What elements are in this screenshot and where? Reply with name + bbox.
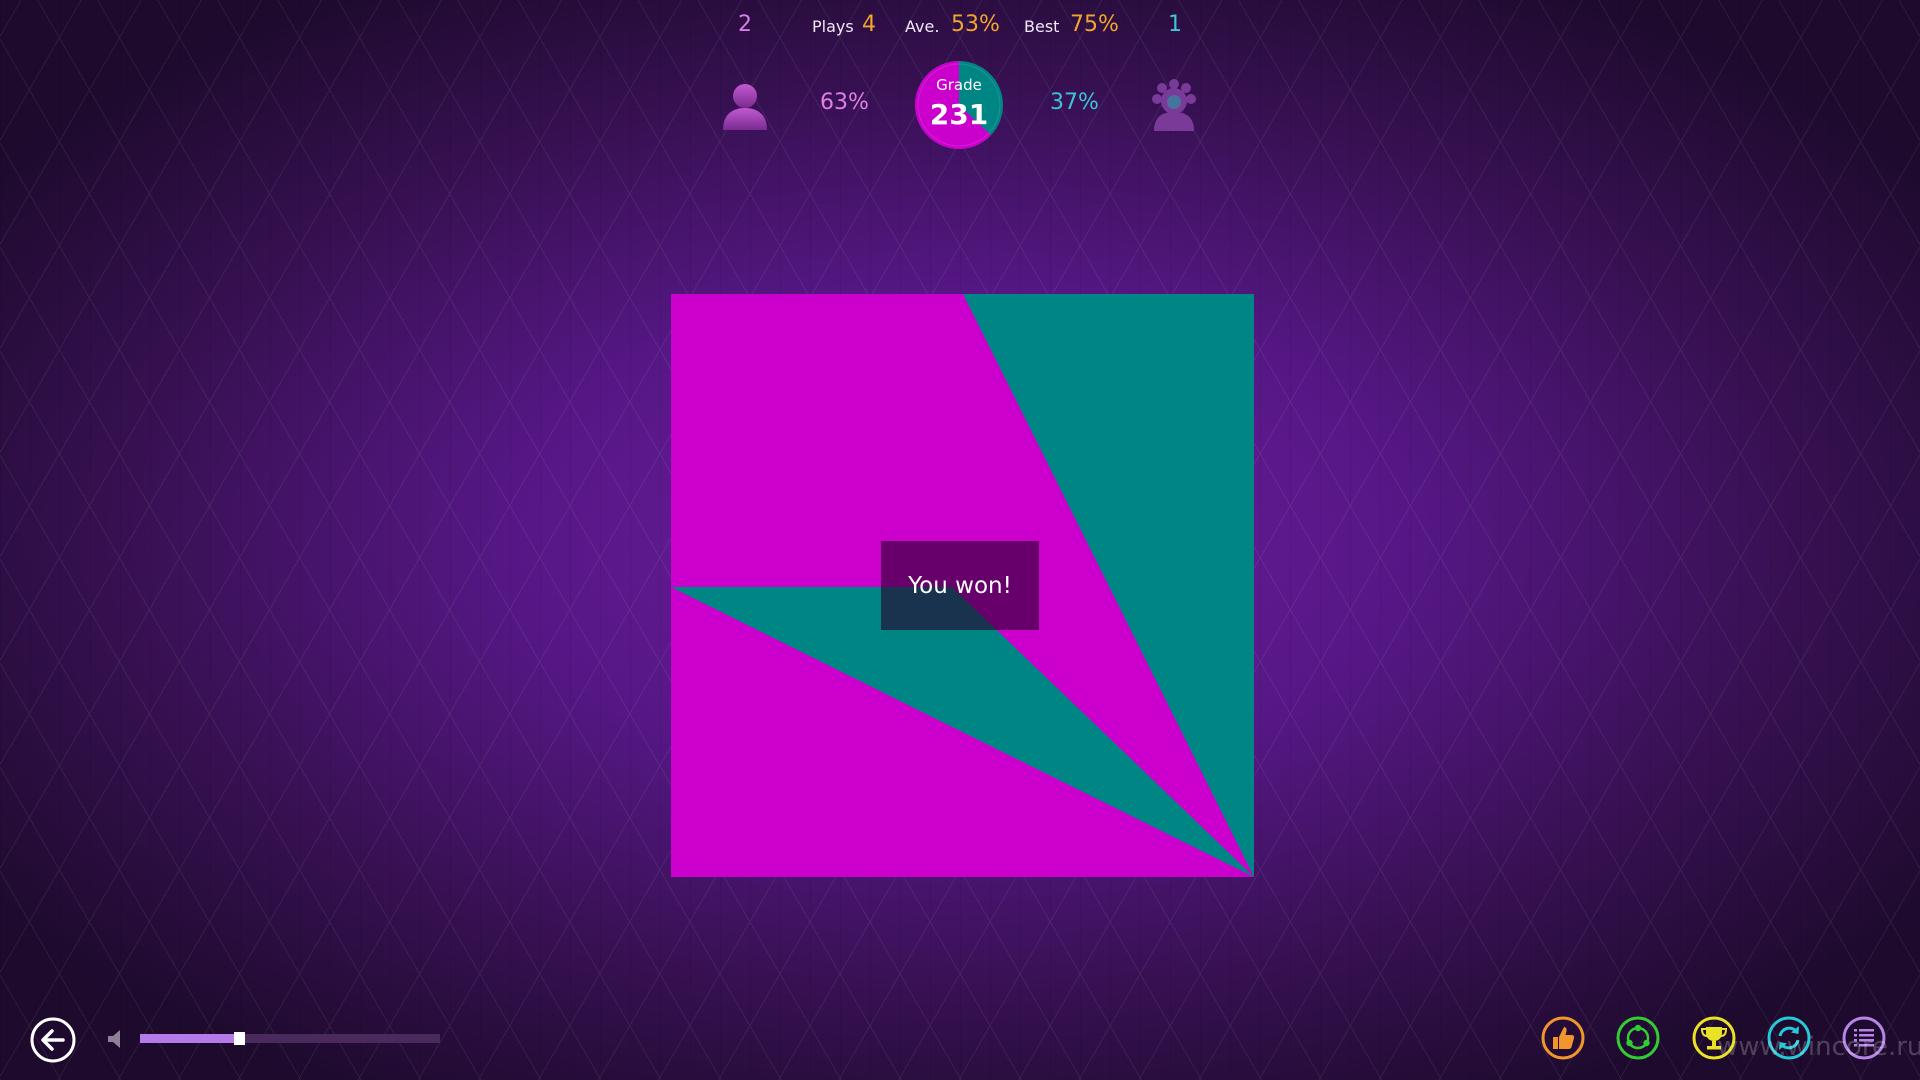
thumbs-up-icon xyxy=(1541,1016,1585,1060)
share-icon xyxy=(1616,1016,1660,1060)
like-button[interactable] xyxy=(1540,1015,1586,1061)
average-label: Ave. xyxy=(905,17,940,36)
best-value: 75% xyxy=(1070,12,1119,37)
plays-value: 4 xyxy=(862,12,876,37)
volume-slider[interactable] xyxy=(140,1032,440,1045)
watermark: www.wincore.ru xyxy=(1717,1032,1920,1062)
volume-slider-thumb[interactable] xyxy=(234,1032,245,1045)
volume-slider-fill xyxy=(140,1034,239,1043)
player-score: 2 xyxy=(738,12,752,37)
plays-label: Plays xyxy=(812,17,854,36)
cpu-percent: 37% xyxy=(1050,90,1099,115)
grade-value: 231 xyxy=(929,98,989,131)
best-label: Best xyxy=(1024,17,1060,36)
player-percent: 63% xyxy=(820,90,869,115)
speaker-icon[interactable] xyxy=(106,1028,126,1050)
player-avatar-icon xyxy=(720,80,770,132)
back-button[interactable] xyxy=(30,1017,76,1063)
grade-label: Grade xyxy=(936,76,982,94)
win-message: You won! xyxy=(881,541,1039,630)
share-button[interactable] xyxy=(1615,1015,1661,1061)
grade-badge: Grade 231 xyxy=(915,61,1003,149)
back-arrow-icon xyxy=(30,1017,76,1063)
average-value: 53% xyxy=(951,12,1000,37)
cpu-score: 1 xyxy=(1168,12,1182,37)
cpu-avatar-icon xyxy=(1148,76,1200,132)
